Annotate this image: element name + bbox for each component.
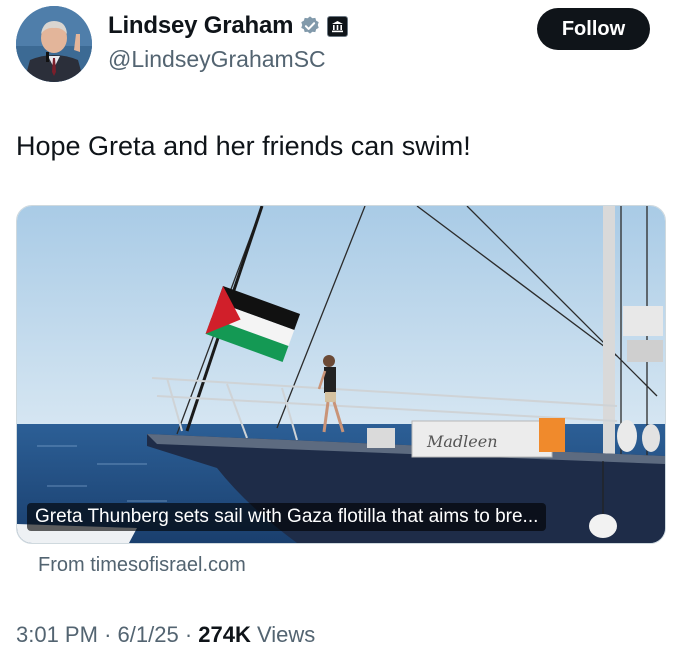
meta-separator: · xyxy=(184,622,193,647)
svg-text:Madleen: Madleen xyxy=(426,432,498,451)
follow-button[interactable]: Follow xyxy=(537,8,650,50)
author-name-row: Lindsey Graham xyxy=(108,12,349,40)
tweet-meta: 3:01 PM · 6/1/25 · 274K Views xyxy=(16,622,315,648)
tweet-text: Hope Greta and her friends can swim! xyxy=(16,131,471,161)
meta-separator: · xyxy=(104,622,112,647)
tweet-date[interactable]: 6/1/25 xyxy=(118,622,179,647)
author-name[interactable]: Lindsey Graham xyxy=(108,12,293,40)
verified-check-icon xyxy=(299,15,321,37)
sailboat-photo: Madleen xyxy=(17,206,665,543)
link-source[interactable]: From timesofisrael.com xyxy=(38,554,246,577)
views-label: Views xyxy=(256,622,316,647)
government-building-icon xyxy=(327,15,349,37)
author-handle[interactable]: @LindseyGrahamSC xyxy=(108,46,326,73)
views-count: 274K xyxy=(198,622,251,647)
image-caption: Greta Thunberg sets sail with Gaza floti… xyxy=(27,503,547,531)
tweet-time[interactable]: 3:01 PM xyxy=(16,622,98,647)
link-card[interactable]: Madleen Greta Thunberg sets sail with Ga… xyxy=(16,205,666,544)
author-avatar[interactable] xyxy=(16,6,92,82)
